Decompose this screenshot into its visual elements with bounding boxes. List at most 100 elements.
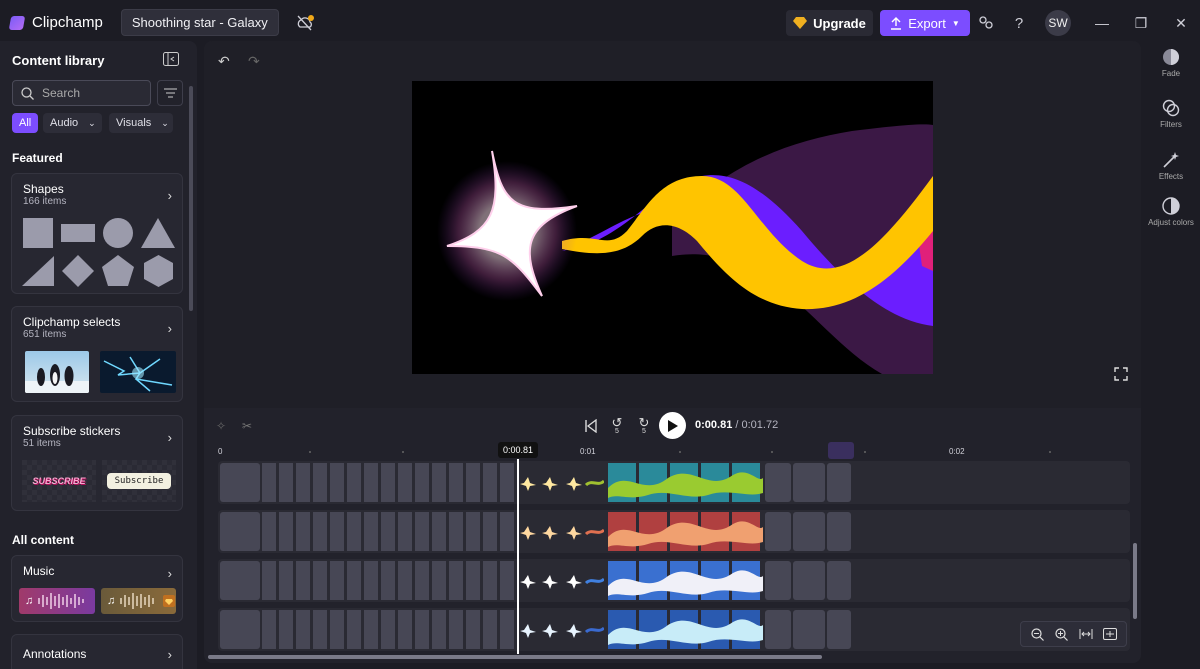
clipchamp-selects-card[interactable]: Clipchamp selects 651 items › [11, 306, 183, 402]
clip-frames-star[interactable] [516, 610, 606, 649]
subscribe-sticker-1[interactable]: SUBSCRIBE [22, 460, 96, 502]
clip-frames-wave[interactable] [608, 463, 763, 502]
clip-frame[interactable] [827, 561, 851, 600]
chip-all[interactable]: All [12, 113, 39, 133]
rectangle-shape[interactable] [61, 224, 95, 242]
clip-frame[interactable] [220, 561, 260, 600]
clip-frames-star[interactable] [516, 561, 606, 600]
close-icon[interactable]: ✕ [1170, 12, 1192, 34]
timeline-track-4[interactable] [218, 608, 1130, 651]
timeline-track-2[interactable] [218, 510, 1130, 553]
clip-frames-wave[interactable] [608, 512, 763, 551]
clip-frame[interactable] [827, 512, 851, 551]
export-button[interactable]: Export ▼ [880, 10, 970, 36]
circle-shape[interactable] [103, 218, 133, 248]
timeline-end-marker[interactable] [828, 442, 854, 459]
chip-visuals-label: Visuals [116, 117, 152, 129]
timeline-track-1[interactable] [218, 461, 1130, 504]
rail-adjust-colors[interactable]: Adjust colors [1148, 197, 1194, 227]
clip-frames-wave[interactable] [608, 561, 763, 600]
share-people-icon[interactable] [975, 12, 997, 34]
zoom-in-icon[interactable] [1052, 625, 1070, 643]
clip-frames-empty[interactable] [262, 561, 514, 600]
zoom-controls [1020, 621, 1127, 647]
clip-frame[interactable] [793, 463, 825, 502]
magic-wand-icon[interactable]: ✧ [212, 417, 230, 435]
clip-frame[interactable] [220, 463, 260, 502]
rail-effects[interactable]: Effects [1148, 151, 1194, 181]
pentagon-shape[interactable] [102, 255, 134, 286]
timeline-horizontal-scrollbar[interactable] [208, 655, 822, 659]
chip-audio[interactable]: Audio ⌄ [43, 113, 102, 133]
subscribe-sticker-2[interactable]: Subscribe [102, 460, 176, 502]
clip-frames-wave[interactable] [608, 610, 763, 649]
clip-frames-empty[interactable] [262, 463, 514, 502]
clip-frames-star[interactable] [516, 463, 606, 502]
timeline-ruler[interactable]: 0 0:01 0:02 [204, 443, 1141, 461]
music-track-2[interactable]: ♫ [101, 588, 176, 614]
forward-5-button[interactable]: ↻ 5 [635, 414, 653, 435]
annotations-card[interactable]: Annotations › [11, 634, 183, 669]
total-time: / 0:01.72 [735, 419, 779, 431]
fullscreen-icon[interactable] [1114, 367, 1128, 381]
clip-frame[interactable] [765, 610, 791, 649]
collapse-panel-icon[interactable] [163, 52, 179, 66]
cloud-sync-off-icon[interactable] [295, 13, 315, 33]
clip-frames-star[interactable] [516, 512, 606, 551]
clip-frame[interactable] [765, 463, 791, 502]
minimize-icon[interactable]: — [1091, 12, 1113, 34]
avatar[interactable]: SW [1045, 10, 1071, 36]
clip-frame[interactable] [765, 561, 791, 600]
timeline-track-3[interactable] [218, 559, 1130, 602]
music-track-1[interactable]: ♫ [19, 588, 95, 614]
filter-button[interactable] [157, 80, 183, 106]
undo-icon[interactable]: ↶ [218, 53, 234, 69]
chip-audio-label: Audio [50, 117, 79, 129]
music-note-icon: ♫ [25, 595, 34, 607]
right-triangle-shape[interactable] [22, 256, 54, 286]
split-scissors-icon[interactable]: ✂ [238, 417, 256, 435]
chip-visuals[interactable]: Visuals ⌄ [109, 113, 173, 133]
redo-icon[interactable]: ↷ [248, 53, 264, 69]
clip-frame[interactable] [220, 512, 260, 551]
timeline-vertical-scrollbar[interactable] [1133, 543, 1137, 619]
rewind-5-button[interactable]: ↺ 5 [608, 416, 626, 435]
rail-fade[interactable]: Fade [1148, 48, 1194, 78]
help-icon[interactable]: ? [1008, 12, 1030, 34]
triangle-shape[interactable] [141, 218, 175, 248]
clip-frame[interactable] [793, 512, 825, 551]
clip-frame[interactable] [765, 512, 791, 551]
penguins-thumbnail[interactable] [25, 351, 89, 393]
upgrade-button[interactable]: Upgrade [786, 10, 873, 36]
music-note-icon: ♫ [107, 595, 116, 607]
search-input[interactable]: Search [12, 80, 151, 106]
rail-filters[interactable]: Filters [1148, 99, 1194, 129]
music-card[interactable]: Music › ♫ ♫ [11, 555, 183, 622]
sidebar-scrollbar[interactable] [189, 86, 193, 311]
project-title[interactable]: Shoothing star - Galaxy [120, 9, 279, 36]
clip-frame[interactable] [827, 610, 851, 649]
square-shape[interactable] [23, 218, 53, 248]
skip-to-start-icon[interactable] [582, 417, 600, 435]
video-preview-canvas[interactable] [412, 81, 933, 374]
clip-frames-empty[interactable] [262, 610, 514, 649]
all-content-title: All content [12, 533, 74, 547]
clip-frame[interactable] [793, 561, 825, 600]
subscribe-stickers-card[interactable]: Subscribe stickers 51 items › SUBSCRIBE … [11, 415, 183, 511]
playhead[interactable] [517, 459, 519, 654]
forward-icon: ↻ [638, 414, 650, 430]
diamond-shape[interactable] [62, 255, 94, 287]
clip-frame[interactable] [827, 463, 851, 502]
shapes-card[interactable]: Shapes 166 items › [11, 173, 183, 294]
play-button[interactable] [659, 412, 686, 439]
clip-frame[interactable] [220, 610, 260, 649]
expand-timeline-icon[interactable] [1101, 625, 1119, 643]
maximize-icon[interactable]: ❐ [1130, 12, 1152, 34]
preview-area: ↶ ↷ [204, 41, 1141, 408]
clip-frames-empty[interactable] [262, 512, 514, 551]
lightning-thumbnail[interactable] [100, 351, 176, 393]
fit-to-width-icon[interactable] [1077, 625, 1095, 643]
clip-frame[interactable] [793, 610, 825, 649]
zoom-out-icon[interactable] [1028, 625, 1046, 643]
hexagon-shape[interactable] [144, 255, 173, 287]
